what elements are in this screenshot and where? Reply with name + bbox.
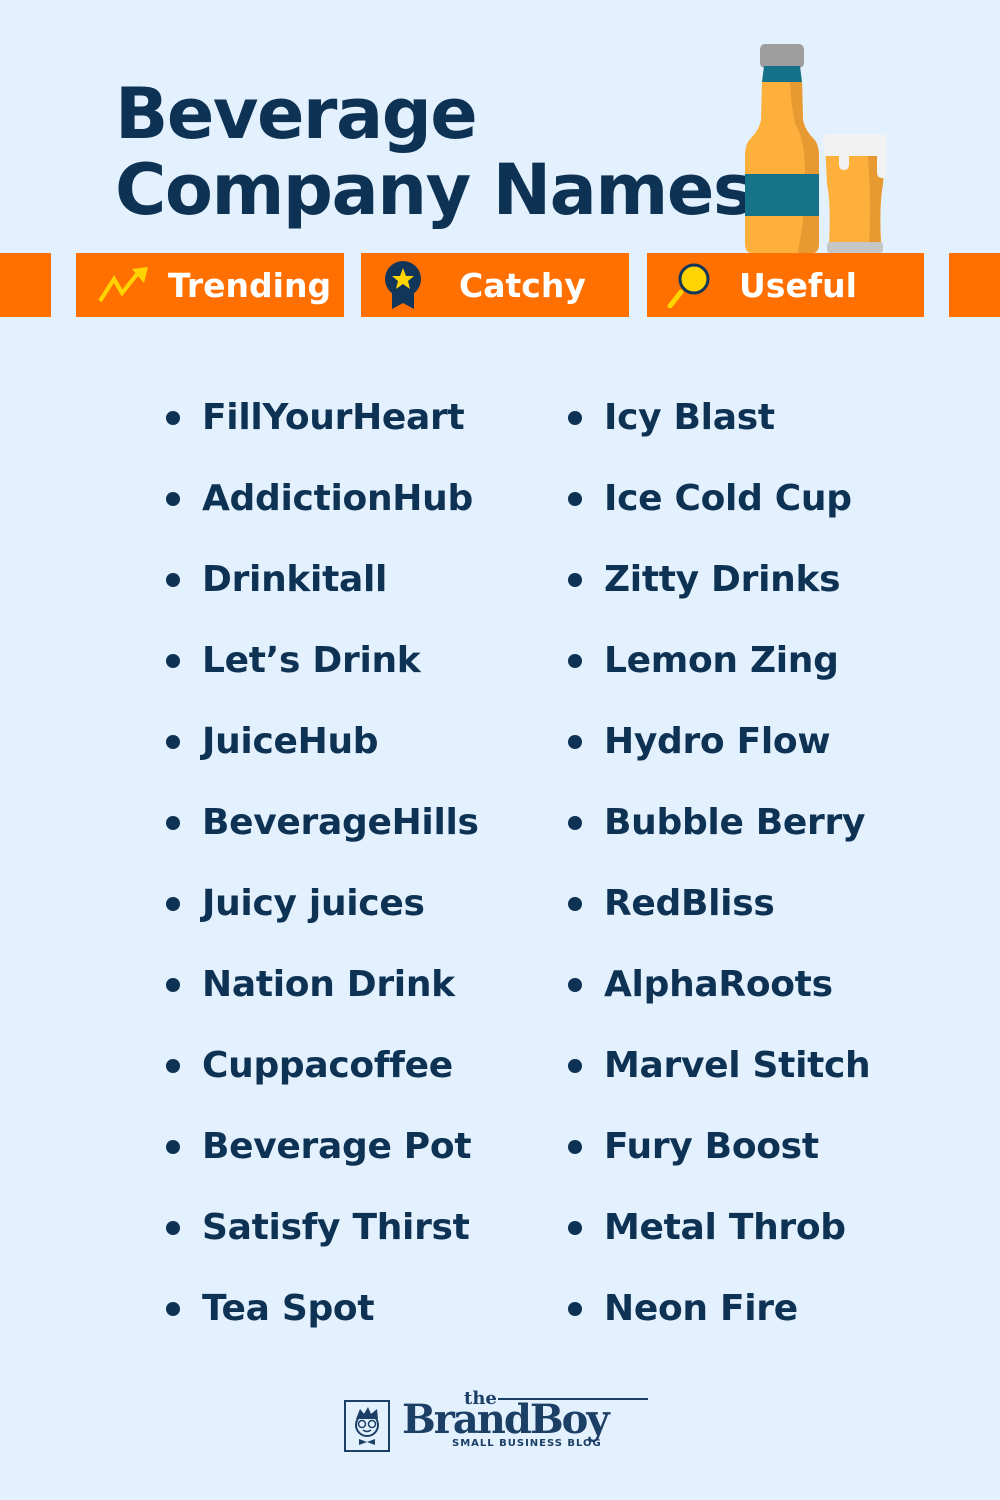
brandboy-mascot-icon: [344, 1400, 390, 1452]
list-item-label: Satisfy Thirst: [202, 1207, 470, 1248]
bullet-icon: [568, 1221, 582, 1235]
list-item: Icy Blast: [568, 388, 870, 469]
bullet-icon: [568, 573, 582, 587]
beer-bottle-and-glass-icon: [745, 44, 887, 254]
bullet-icon: [166, 1221, 180, 1235]
list-item: Lemon Zing: [568, 631, 870, 712]
list-item-label: AddictionHub: [202, 478, 473, 519]
bullet-icon: [568, 654, 582, 668]
list-item: FillYourHeart: [166, 388, 479, 469]
tab-trending[interactable]: Trending: [76, 253, 344, 317]
brandboy-wordmark: the BrandBoy SMALL BUSINESS BLOG: [402, 1388, 648, 1452]
list-item: Drinkitall: [166, 550, 479, 631]
list-item: AddictionHub: [166, 469, 479, 550]
logo-brand: BrandBoy: [402, 1396, 610, 1443]
list-item: Juicy juices: [166, 874, 479, 955]
bullet-icon: [166, 573, 180, 587]
bullet-icon: [568, 816, 582, 830]
banner-stub-left: [0, 253, 51, 317]
list-item-label: Beverage Pot: [202, 1126, 472, 1167]
list-item: Marvel Stitch: [568, 1036, 871, 1117]
bullet-icon: [568, 1059, 582, 1073]
list-item-label: Lemon Zing: [604, 640, 839, 681]
title-line-1: Beverage: [115, 73, 478, 155]
bullet-icon: [166, 897, 180, 911]
list-item-label: FillYourHeart: [202, 397, 465, 438]
magnifier-icon: [667, 262, 713, 308]
bullet-icon: [166, 654, 180, 668]
bullet-icon: [166, 1059, 180, 1073]
list-item-label: AlphaRoots: [604, 964, 833, 1005]
banner-stub-right: [949, 253, 1000, 317]
logo-tagline: SMALL BUSINESS BLOG: [452, 1438, 602, 1449]
tab-trending-label: Trending: [168, 265, 332, 305]
bottle-label: [745, 174, 819, 216]
bullet-icon: [166, 411, 180, 425]
list-item-label: JuiceHub: [202, 721, 379, 762]
list-item: RedBliss: [568, 874, 870, 955]
list-item-label: Fury Boost: [604, 1126, 819, 1167]
list-item-label: Marvel Stitch: [604, 1045, 871, 1086]
list-item: Beverage Pot: [166, 1117, 479, 1198]
bullet-icon: [568, 411, 582, 425]
bullet-icon: [166, 492, 180, 506]
tab-useful-label: Useful: [739, 265, 857, 305]
award-ribbon-icon: [383, 261, 423, 309]
page-title: Beverage Company Names: [115, 73, 754, 231]
list-item-label: Metal Throb: [604, 1207, 846, 1248]
list-item: Hydro Flow: [568, 712, 870, 793]
list-item: BeverageHills: [166, 793, 479, 874]
list-item-label: Nation Drink: [202, 964, 455, 1005]
list-item-label: Hydro Flow: [604, 721, 831, 762]
list-item: JuiceHub: [166, 712, 479, 793]
tab-catchy[interactable]: Catchy: [361, 253, 629, 317]
list-item-label: Juicy juices: [202, 883, 425, 924]
list-item: Nation Drink: [166, 955, 479, 1036]
list-item: Bubble Berry: [568, 793, 870, 874]
bullet-icon: [166, 1302, 180, 1316]
list-item-label: RedBliss: [604, 883, 775, 924]
list-item-label: BeverageHills: [202, 802, 479, 843]
bullet-icon: [568, 1140, 582, 1154]
list-item: Neon Fire: [568, 1279, 870, 1360]
names-list-left: FillYourHeart AddictionHub Drinkitall Le…: [166, 388, 479, 1360]
title-line-2: Company Names: [115, 149, 754, 231]
list-item: Tea Spot: [166, 1279, 479, 1360]
list-item-label: Ice Cold Cup: [604, 478, 852, 519]
bullet-icon: [166, 978, 180, 992]
bottle-neck: [762, 66, 802, 82]
list-item-label: Zitty Drinks: [604, 559, 841, 600]
list-item-label: Cuppacoffee: [202, 1045, 453, 1086]
brandboy-logo[interactable]: the BrandBoy SMALL BUSINESS BLOG: [344, 1388, 648, 1452]
bullet-icon: [568, 1302, 582, 1316]
bullet-icon: [568, 492, 582, 506]
tab-useful[interactable]: Useful: [647, 253, 924, 317]
list-item-label: Neon Fire: [604, 1288, 798, 1329]
glass-base: [827, 242, 883, 253]
trending-up-icon: [98, 265, 154, 305]
bullet-icon: [568, 978, 582, 992]
bullet-icon: [568, 897, 582, 911]
bottle-cap: [760, 44, 804, 68]
list-item: Ice Cold Cup: [568, 469, 870, 550]
list-item-label: Drinkitall: [202, 559, 388, 600]
names-list-right: Icy Blast Ice Cold Cup Zitty Drinks Lemo…: [568, 388, 871, 1360]
list-item: Cuppacoffee: [166, 1036, 479, 1117]
list-item: Let’s Drink: [166, 631, 479, 712]
bullet-icon: [568, 735, 582, 749]
bullet-icon: [166, 816, 180, 830]
bullet-icon: [166, 1140, 180, 1154]
list-item: AlphaRoots: [568, 955, 870, 1036]
list-item: Satisfy Thirst: [166, 1198, 479, 1279]
list-item-label: Bubble Berry: [604, 802, 866, 843]
list-item: Zitty Drinks: [568, 550, 870, 631]
list-item-label: Tea Spot: [202, 1288, 375, 1329]
tab-catchy-label: Catchy: [459, 265, 586, 305]
list-item: Fury Boost: [568, 1117, 870, 1198]
list-item: Metal Throb: [568, 1198, 870, 1279]
list-item-label: Icy Blast: [604, 397, 775, 438]
bullet-icon: [166, 735, 180, 749]
list-item-label: Let’s Drink: [202, 640, 421, 681]
